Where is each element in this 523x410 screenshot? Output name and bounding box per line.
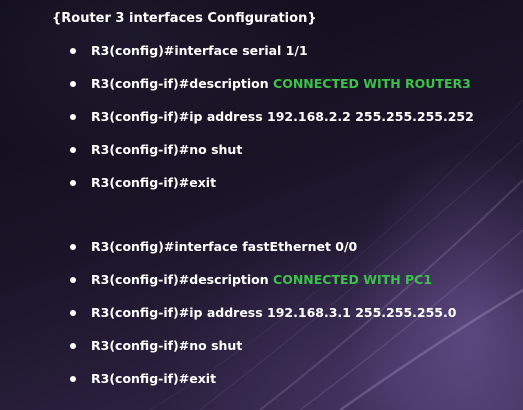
list-item: R3(config-if)#no shut xyxy=(70,338,242,353)
list-item: R3(config-if)#description CONNECTED WITH… xyxy=(70,272,432,287)
list-item: R3(config)#interface serial 1/1 xyxy=(70,43,308,58)
command-text: R3(config)#interface serial 1/1 xyxy=(91,43,308,58)
bullet-icon xyxy=(70,375,76,382)
command-text: R3(config-if)#no shut xyxy=(91,142,243,157)
list-item: R3(config-if)#ip address 192.168.3.1 255… xyxy=(70,305,456,320)
slide: {Router 3 interfaces Configuration} R3(c… xyxy=(0,0,523,410)
list-item: R3(config-if)#no shut xyxy=(70,142,242,157)
bullet-icon xyxy=(70,146,76,153)
bullet-icon xyxy=(70,80,76,87)
bullet-icon xyxy=(70,243,76,250)
list-item: R3(config)#interface fastEthernet 0/0 xyxy=(70,239,357,254)
command-text: R3(config-if)#ip address 192.168.3.1 255… xyxy=(91,305,457,320)
list-item: R3(config-if)#exit xyxy=(70,371,216,386)
description-highlight: CONNECTED WITH PC1 xyxy=(273,272,433,287)
bullet-icon xyxy=(70,276,76,283)
list-item: R3(config-if)#exit xyxy=(70,175,216,190)
command-text: R3(config-if)#exit xyxy=(91,175,217,190)
command-text: R3(config-if)#ip address 192.168.2.2 255… xyxy=(91,109,474,124)
bullet-icon xyxy=(70,113,76,120)
bullet-icon xyxy=(70,47,76,54)
list-item: R3(config-if)#description CONNECTED WITH… xyxy=(70,76,471,91)
slide-title: {Router 3 interfaces Configuration} xyxy=(52,11,317,26)
description-highlight: CONNECTED WITH ROUTER3 xyxy=(273,76,471,91)
bullet-icon xyxy=(70,342,76,349)
bullet-icon xyxy=(70,309,76,316)
command-text: R3(config-if)#description xyxy=(91,272,274,287)
bullet-icon xyxy=(70,179,76,186)
list-item: R3(config-if)#ip address 192.168.2.2 255… xyxy=(70,109,474,124)
light-streak xyxy=(299,229,523,410)
command-text: R3(config-if)#exit xyxy=(91,371,217,386)
command-text: R3(config-if)#description xyxy=(91,76,274,91)
command-text: R3(config)#interface fastEthernet 0/0 xyxy=(91,239,358,254)
command-text: R3(config-if)#no shut xyxy=(91,338,243,353)
